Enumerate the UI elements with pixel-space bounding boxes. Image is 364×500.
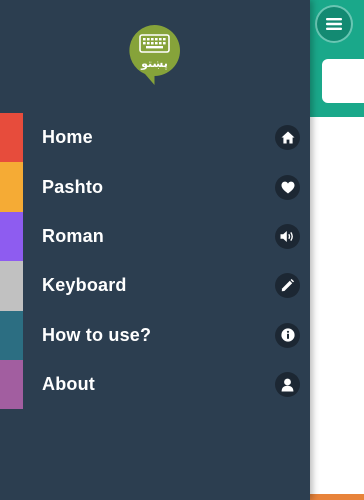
hamburger-menu-icon [326, 18, 342, 30]
app-text-field[interactable] [322, 59, 364, 103]
nav-stripe [0, 261, 23, 311]
nav-item-label: Keyboard [42, 275, 127, 296]
nav-stripe [0, 359, 23, 410]
pencil-icon [275, 273, 300, 299]
app-bottom-strip [310, 494, 364, 500]
nav-item-label: About [42, 374, 95, 395]
home-icon [275, 125, 300, 151]
nav-menu: Home Pashto Roman Keyboard How to use? A… [0, 113, 310, 410]
navigation-drawer: پښتو Home Pashto Roman Keyboard How to u… [0, 0, 310, 500]
nav-item-how-to-use[interactable]: How to use? [0, 310, 310, 360]
menu-button[interactable] [317, 7, 351, 41]
heart-icon [275, 174, 300, 200]
nav-stripe [0, 211, 23, 262]
nav-item-roman[interactable]: Roman [0, 211, 310, 262]
info-icon [275, 322, 300, 348]
speaker-icon [275, 223, 300, 249]
nav-item-label: Home [42, 127, 93, 148]
app-logo: پښتو [129, 25, 180, 85]
nav-stripe [0, 162, 23, 212]
nav-item-label: How to use? [42, 324, 152, 345]
nav-stripe [0, 310, 23, 360]
nav-item-label: Roman [42, 225, 105, 246]
nav-item-pashto[interactable]: Pashto [0, 162, 310, 212]
user-icon [275, 372, 300, 398]
nav-stripe [0, 113, 23, 163]
nav-item-label: Pashto [42, 176, 104, 197]
logo-text: پښتو [140, 57, 168, 70]
nav-item-about[interactable]: About [0, 359, 310, 410]
nav-item-home[interactable]: Home [0, 113, 310, 163]
nav-item-keyboard[interactable]: Keyboard [0, 261, 310, 311]
